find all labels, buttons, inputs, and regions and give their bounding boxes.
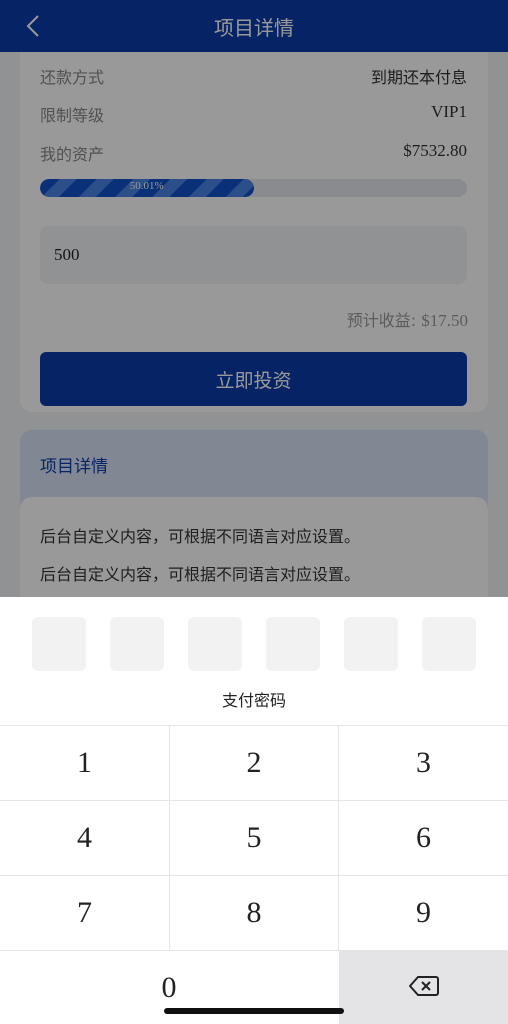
keypad-divider [0, 875, 508, 876]
key-1[interactable]: 1 [0, 726, 169, 800]
keypad-divider [0, 800, 508, 801]
keypad-divider [169, 726, 170, 950]
delete-key[interactable] [339, 951, 508, 1024]
numeric-keypad: 1 2 3 4 5 6 7 8 9 0 [0, 725, 508, 1024]
payment-password-title: 支付密码 [221, 691, 286, 710]
pin-digit-box[interactable] [266, 617, 320, 671]
key-3[interactable]: 3 [339, 726, 508, 800]
key-9[interactable]: 9 [339, 876, 508, 950]
backspace-icon [408, 976, 439, 996]
key-2[interactable]: 2 [170, 726, 338, 800]
pin-digit-box[interactable] [188, 617, 242, 671]
pin-digit-box[interactable] [422, 617, 476, 671]
modal-overlay[interactable] [0, 0, 508, 597]
keypad-divider [0, 950, 508, 951]
keypad-divider [338, 726, 339, 950]
pin-digit-box[interactable] [344, 617, 398, 671]
pin-digit-box[interactable] [32, 617, 86, 671]
key-4[interactable]: 4 [0, 801, 169, 875]
key-8[interactable]: 8 [170, 876, 338, 950]
payment-password-sheet: 支付密码 1 2 3 4 5 6 7 8 9 0 [0, 597, 508, 1024]
pin-digit-box[interactable] [110, 617, 164, 671]
key-7[interactable]: 7 [0, 876, 169, 950]
key-6[interactable]: 6 [339, 801, 508, 875]
key-5[interactable]: 5 [170, 801, 338, 875]
home-indicator[interactable] [164, 1008, 344, 1014]
